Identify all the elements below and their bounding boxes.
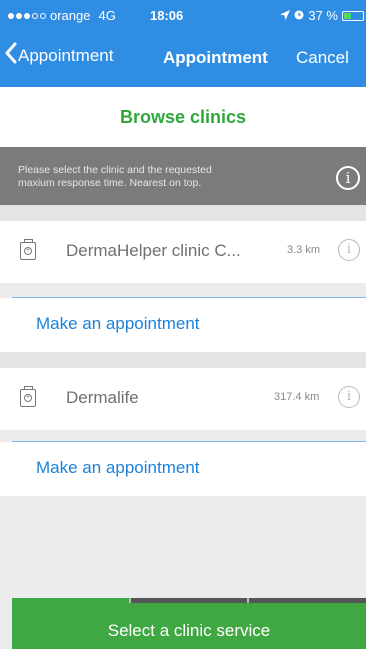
back-button[interactable]: Appointment (4, 42, 113, 69)
clinic-info-icon[interactable]: i (338, 239, 360, 261)
separator (0, 352, 366, 368)
info-banner: Please select the clinic and the request… (0, 147, 366, 205)
separator (0, 205, 366, 221)
page-title: Appointment (163, 48, 268, 67)
info-icon[interactable]: i (336, 166, 360, 190)
browse-clinics-heading: Browse clinics (0, 87, 366, 147)
header: orange 4G 18:06 37 % Appointment Appoint… (0, 0, 366, 87)
clinic-bag-icon: + (20, 239, 36, 260)
clinic-distance: 3.3 km (287, 244, 321, 256)
back-button-label: Appointment (18, 45, 114, 65)
clinic-distance: 317.4 km (274, 391, 320, 403)
status-bar: orange 4G 18:06 37 % (0, 0, 366, 31)
clinic-name: Dermalife (66, 388, 139, 407)
carrier-name: orange (50, 8, 91, 23)
info-banner-text: Please select the clinic and the request… (18, 164, 212, 189)
location-arrow-icon (280, 8, 291, 23)
battery-icon (342, 10, 364, 21)
network-type: 4G (98, 8, 116, 23)
make-appointment-link[interactable]: Make an appointment (36, 458, 200, 478)
make-appointment-link[interactable]: Make an appointment (36, 314, 200, 334)
battery-percent: 37 % (308, 8, 338, 23)
select-clinic-service-button[interactable]: Select a clinic service (12, 603, 366, 649)
appointment-row[interactable]: Make an appointment (0, 298, 366, 352)
navigation-bar: Appointment Appointment Cancel (0, 38, 366, 78)
chevron-left-icon (4, 42, 18, 69)
clinic-row[interactable]: + DermaHelper clinic C... 3.3 km i (0, 221, 366, 283)
clinic-bag-icon: + (20, 386, 36, 407)
clinic-name: DermaHelper clinic C... (66, 241, 241, 260)
status-time: 18:06 (150, 8, 184, 23)
appointment-row[interactable]: Make an appointment (0, 442, 366, 496)
clinic-info-icon[interactable]: i (338, 386, 360, 408)
alarm-icon (294, 8, 304, 23)
signal-strength-icon (8, 12, 46, 19)
clinic-row[interactable]: + Dermalife 317.4 km i (0, 368, 366, 430)
cancel-button[interactable]: Cancel (296, 48, 349, 68)
